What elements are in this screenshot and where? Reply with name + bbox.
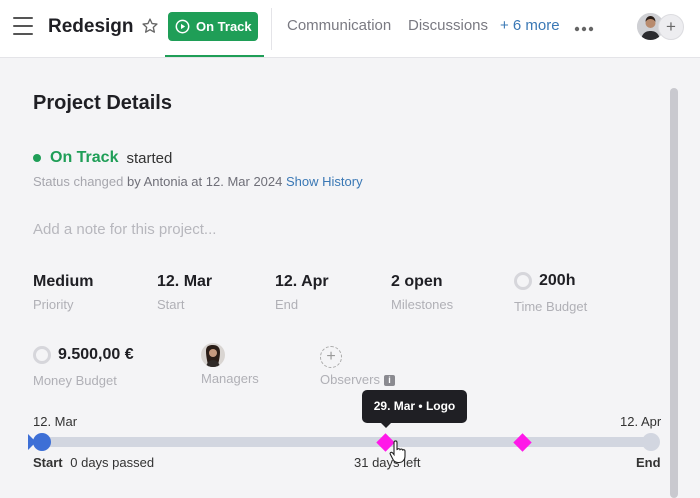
scrollbar[interactable]	[670, 88, 678, 498]
start-label: Start	[157, 297, 185, 312]
manager-avatar[interactable]	[201, 343, 225, 367]
status-dot-icon	[33, 154, 41, 162]
money-budget-label: Money Budget	[33, 373, 117, 388]
timeline-days-passed: 0 days passed	[70, 455, 155, 470]
milestones-field[interactable]: 2 open Milestones	[391, 273, 453, 312]
managers-field[interactable]: Managers	[201, 343, 259, 386]
status-text: On Track	[50, 149, 119, 166]
status-line: On Track started	[33, 149, 172, 167]
timeline-start-label: Start	[33, 455, 63, 470]
time-budget-label: Time Budget	[514, 299, 588, 314]
priority-label: Priority	[33, 297, 74, 312]
timeline-end-date: 12. Apr	[620, 414, 662, 429]
status-changed-prefix: Status changed	[33, 174, 124, 189]
info-icon[interactable]: i	[383, 375, 395, 387]
timeline-track	[33, 437, 659, 447]
priority-value: Medium	[33, 273, 94, 290]
menu-icon[interactable]	[13, 17, 33, 35]
tab-more[interactable]: + 6 more	[500, 17, 560, 34]
end-value: 12. Apr	[275, 273, 329, 290]
managers-label: Managers	[201, 371, 259, 386]
end-field[interactable]: 12. Apr End	[275, 273, 329, 312]
add-member-button[interactable]: +	[658, 14, 684, 40]
note-input[interactable]: Add a note for this project...	[33, 221, 216, 238]
time-budget-value: 200h	[539, 271, 576, 289]
milestones-value: 2 open	[391, 273, 443, 290]
timeline-start-info: Start 0 days passed	[33, 455, 154, 470]
timeline-end-dot	[642, 433, 660, 451]
play-circle-icon	[175, 19, 190, 34]
tooltip-arrow	[380, 422, 392, 428]
hand-cursor-icon	[389, 440, 406, 464]
top-bar: Redesign On Track Communication Discussi…	[0, 0, 700, 58]
show-history-link[interactable]: Show History	[286, 174, 363, 189]
timeline-start-date: 12. Mar	[33, 414, 78, 429]
start-value: 12. Mar	[157, 273, 213, 290]
time-budget-field[interactable]: 200h Time Budget	[514, 268, 587, 314]
status-suffix: started	[126, 149, 173, 167]
milestones-label: Milestones	[391, 297, 454, 312]
active-tab-indicator	[165, 55, 264, 57]
status-changed-info: Status changed by Antonia at 12. Mar 202…	[33, 174, 363, 189]
milestone-tooltip: 29. Mar • Logo	[362, 390, 467, 423]
tab-communication[interactable]: Communication	[287, 17, 391, 34]
observers-field[interactable]: + Observers i	[320, 346, 395, 387]
time-budget-ring-icon	[514, 271, 532, 290]
timeline-progress-dot[interactable]	[33, 433, 51, 451]
status-changed-by: by Antonia at 12. Mar 2024	[126, 174, 283, 189]
money-budget-value: 9.500,00 €	[58, 346, 134, 363]
observers-label: Observers	[320, 372, 380, 387]
add-observer-button[interactable]: +	[320, 346, 342, 368]
money-budget-ring-icon	[33, 346, 51, 364]
status-button-label: On Track	[196, 19, 252, 34]
money-budget-field[interactable]: 9.500,00 € Money Budget	[33, 343, 134, 388]
timeline-end-label: End	[636, 455, 661, 470]
end-label: End	[275, 297, 299, 312]
priority-field[interactable]: Medium Priority	[33, 273, 93, 312]
project-title: Redesign	[48, 16, 134, 37]
star-icon[interactable]	[141, 17, 159, 35]
milestone-diamond[interactable]	[513, 432, 532, 452]
section-title: Project Details	[33, 92, 172, 114]
status-button[interactable]: On Track	[168, 12, 258, 41]
tab-discussions[interactable]: Discussions	[408, 17, 488, 34]
timeline-days-left: 31 days left	[354, 455, 421, 470]
start-field[interactable]: 12. Mar Start	[157, 273, 212, 312]
more-options-icon[interactable]	[574, 26, 594, 32]
divider	[271, 8, 272, 50]
